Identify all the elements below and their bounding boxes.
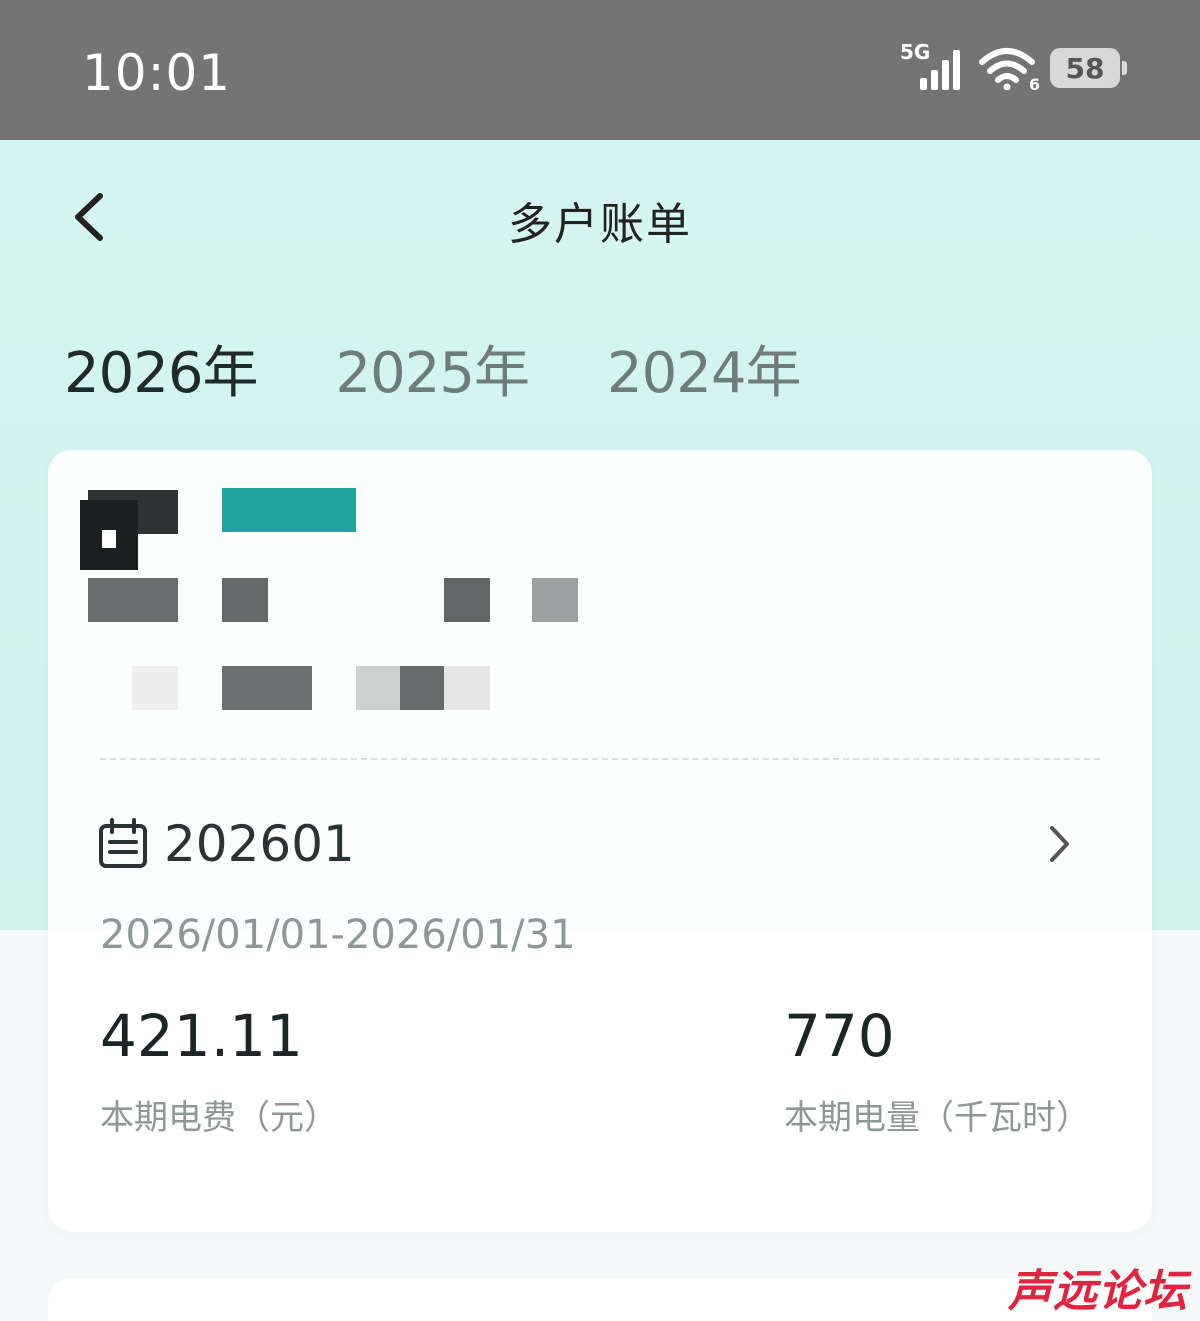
usage-label: 本期电量（千瓦时） [784,1098,1090,1138]
account-addr-redacted-4 [400,666,446,710]
chevron-right-icon [1050,826,1069,862]
page-title: 多户账单 [508,199,692,250]
account-addr-redacted-2 [222,666,312,710]
account-addr-redacted-1 [132,666,178,710]
battery-icon: 58 [1050,48,1127,88]
calendar-icon [99,818,147,868]
watermark-logo: 声远论坛 [1008,1266,1188,1317]
cellular-signal-icon: 5G [900,40,964,90]
account-name-redacted-4 [532,578,578,622]
tab-2026[interactable]: 2026年 [64,328,259,409]
wifi-badge: 6 [1028,75,1040,94]
wifi-icon: 6 [978,46,1040,94]
account-addr-redacted-3 [356,666,402,710]
battery-level: 58 [1065,51,1105,85]
fee-label: 本期电费（元） [100,1098,338,1138]
account-name-redacted-3 [444,578,490,622]
tab-2025[interactable]: 2025年 [336,328,531,409]
account-tag-redacted [222,488,356,532]
account-name-redacted-1 [88,578,178,622]
nav-bar: 多户账单 [0,140,1200,290]
usage-value: 770 [784,1002,895,1070]
tab-2024[interactable]: 2024年 [607,328,802,409]
status-time: 10:01 [82,44,232,102]
account-name-redacted-2 [222,578,268,622]
account-addr-redacted-5 [444,666,490,710]
bill-card-next[interactable] [48,1278,1152,1321]
card-divider [100,758,1100,760]
fee-value: 421.11 [100,1002,303,1070]
bill-card[interactable]: 202601 2026/01/01-2026/01/31 421.11 本期电费… [48,450,1152,1232]
account-avatar-redacted-3 [102,530,116,548]
status-bar: 10:01 5G 6 58 [0,0,1200,140]
bill-period-row[interactable]: 202601 [98,812,1102,876]
bill-period: 202601 [164,815,355,873]
year-tabs: 2026年 2025年 2024年 [64,328,802,409]
status-icons: 5G 6 58 [900,40,1127,94]
bill-date-range: 2026/01/01-2026/01/31 [100,912,576,958]
